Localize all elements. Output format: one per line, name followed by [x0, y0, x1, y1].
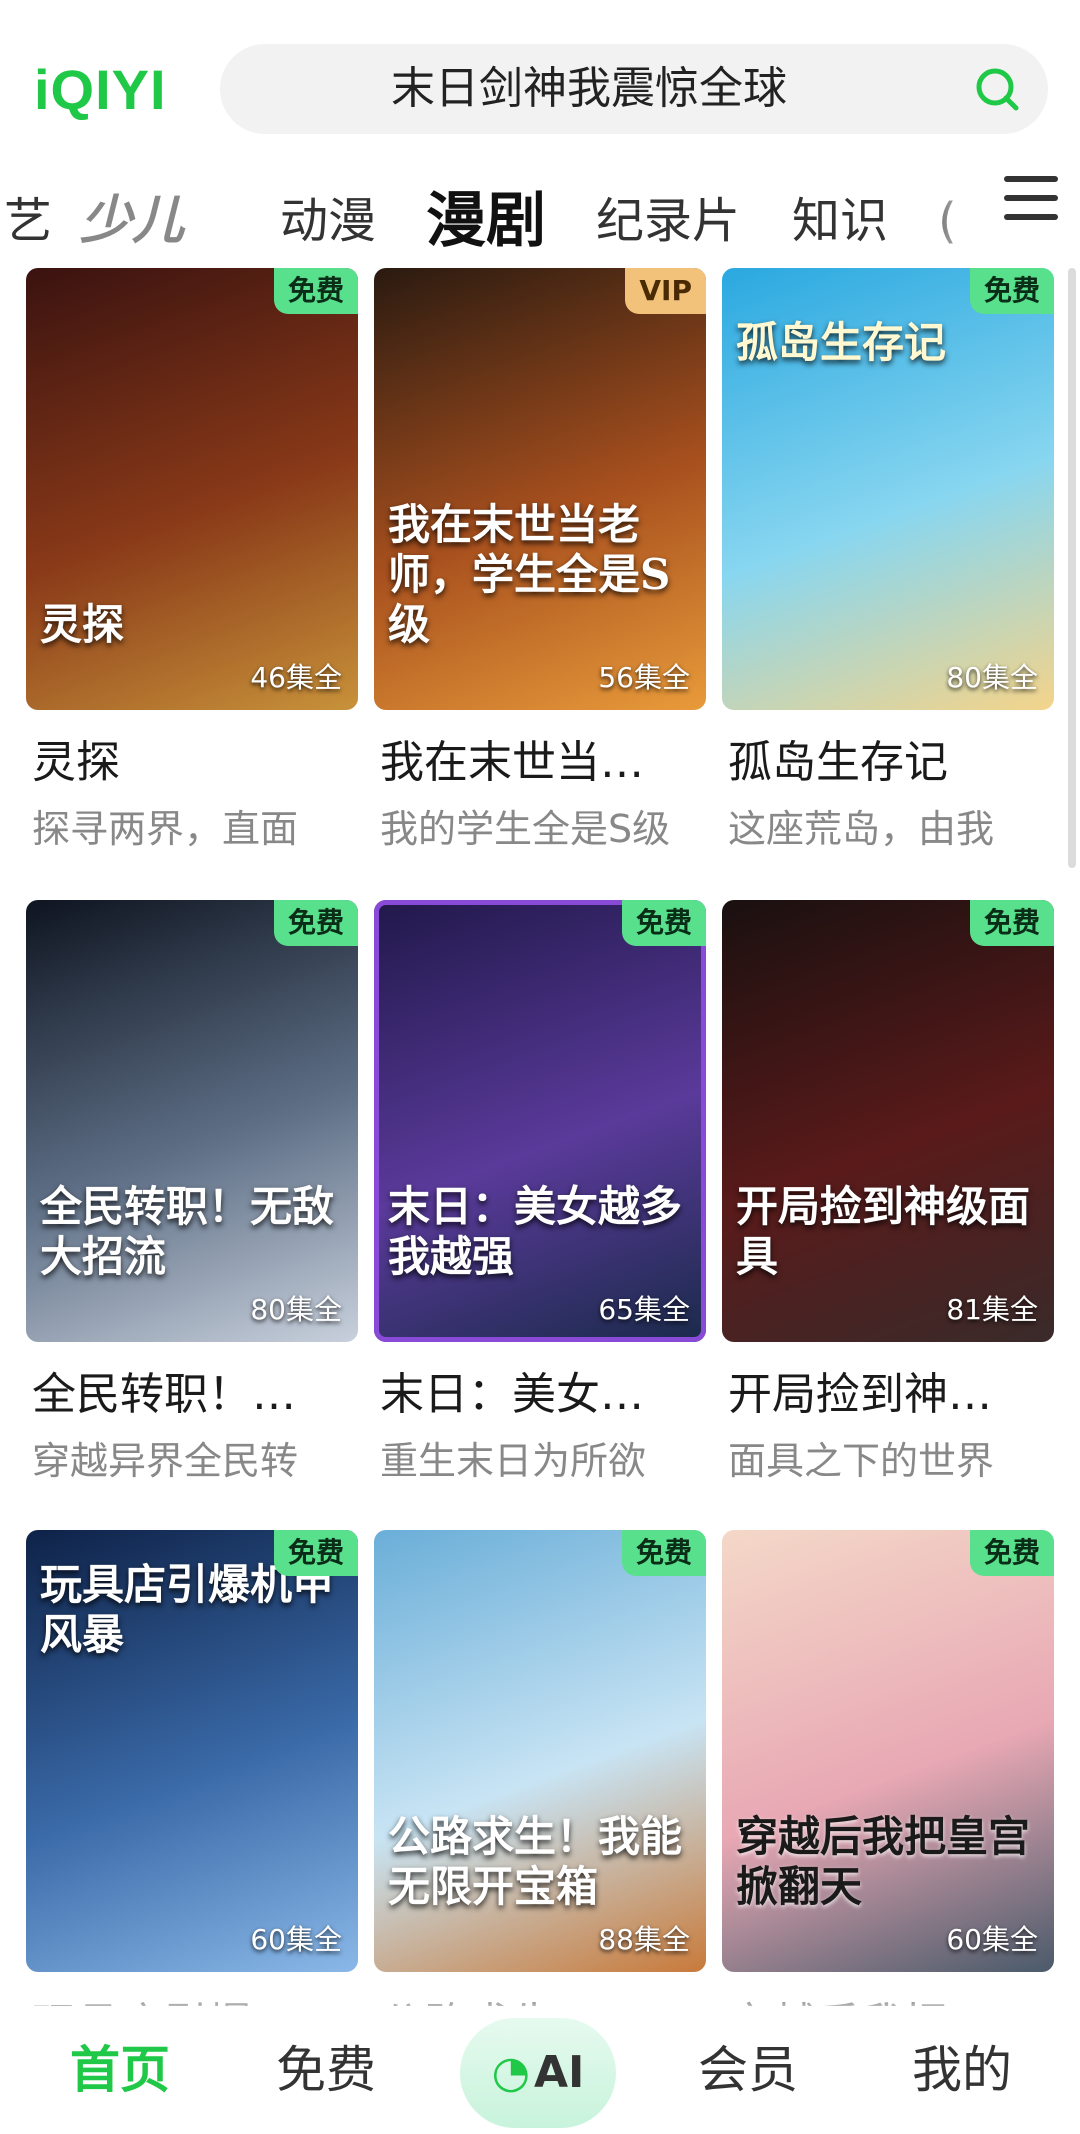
free-badge: 免费	[273, 268, 358, 314]
card-description: 面具之下的世界	[728, 1439, 995, 1483]
ai-logo-icon: ◔	[491, 2047, 530, 2098]
card-title[interactable]: 灵探	[32, 726, 358, 790]
tab-anime[interactable]: 动漫	[280, 160, 376, 282]
free-badge: 免费	[969, 268, 1054, 314]
top-header: iQIYI 末日剑神我震惊全球	[0, 0, 1080, 170]
poster-image[interactable]: 末日：美女越多我越强 免费 65集全	[374, 900, 706, 1342]
tab-kids[interactable]: 少儿	[80, 160, 184, 282]
poster-image[interactable]: 孤岛生存记 免费 80集全	[722, 268, 1054, 710]
tab-fade	[934, 160, 984, 282]
category-tabs: 艺 少儿 动漫 漫剧 纪录片 知识 (	[0, 160, 1080, 282]
nav-home[interactable]: 首页	[30, 2006, 210, 2134]
card-description: 探寻两界，直面	[32, 807, 299, 851]
nav-free[interactable]: 免费	[236, 2006, 416, 2134]
poster-image[interactable]: 公路求生！我能无限开宝箱 免费 88集全	[374, 1530, 706, 1972]
episode-count: 56集全	[598, 661, 690, 694]
poster-image[interactable]: 灵探 免费 46集全	[26, 268, 358, 710]
free-badge: 免费	[969, 1530, 1054, 1576]
poster-title-art: 末日：美女越多我越强	[388, 1182, 683, 1281]
episode-count: 80集全	[250, 1293, 342, 1326]
vip-badge: VIP	[625, 268, 706, 314]
episode-count: 46集全	[250, 661, 342, 694]
nav-member[interactable]: 会员	[658, 2006, 838, 2134]
tab-variety[interactable]: 艺	[4, 160, 52, 282]
free-badge: 免费	[621, 1530, 706, 1576]
bottom-navigation: 首页 免费 ◔AI 会员 我的	[0, 2006, 1080, 2134]
episode-count: 81集全	[946, 1293, 1038, 1326]
card-title[interactable]: 全民转职！…	[32, 1358, 358, 1422]
scrollbar[interactable]	[1068, 268, 1076, 868]
card-title[interactable]: 末日：美女…	[380, 1358, 706, 1422]
menu-icon[interactable]	[1004, 176, 1058, 226]
tab-knowledge[interactable]: 知识	[792, 160, 888, 282]
poster-image[interactable]: 我在末世当老师，学生全是S级 VIP 56集全	[374, 268, 706, 710]
card-title[interactable]: 开局捡到神…	[728, 1358, 1054, 1422]
tab-documentary[interactable]: 纪录片	[596, 160, 740, 282]
ai-label: AI	[533, 2047, 585, 2098]
episode-count: 88集全	[598, 1923, 690, 1956]
search-bar[interactable]: 末日剑神我震惊全球	[220, 44, 1048, 134]
iqiyi-logo[interactable]: iQIYI	[34, 58, 167, 122]
search-query-text[interactable]: 末日剑神我震惊全球	[220, 44, 958, 134]
card-title[interactable]: 我在末世当…	[380, 726, 706, 790]
free-badge: 免费	[621, 900, 706, 946]
free-badge: 免费	[273, 1530, 358, 1576]
card-description: 我的学生全是S级	[380, 807, 671, 851]
poster-title-art: 我在末世当老师，学生全是S级	[388, 500, 671, 649]
episode-count: 60集全	[250, 1923, 342, 1956]
poster-title-art: 公路求生！我能无限开宝箱	[388, 1812, 683, 1911]
free-badge: 免费	[273, 900, 358, 946]
poster-title-art: 开局捡到神级面具	[736, 1182, 1031, 1281]
tab-comic-drama[interactable]: 漫剧	[426, 160, 546, 282]
card-description: 这座荒岛，由我	[728, 807, 995, 851]
card-title[interactable]: 孤岛生存记	[728, 726, 1054, 790]
card-description: 穿越异界全民转	[32, 1439, 299, 1483]
poster-title-art: 穿越后我把皇宫掀翻天	[736, 1812, 1031, 1911]
poster-image[interactable]: 全民转职！无敌大招流 免费 80集全	[26, 900, 358, 1342]
free-badge: 免费	[969, 900, 1054, 946]
search-icon[interactable]	[972, 64, 1022, 114]
episode-count: 65集全	[598, 1293, 690, 1326]
poster-title-art: 全民转职！无敌大招流	[40, 1182, 335, 1281]
episode-count: 80集全	[946, 661, 1038, 694]
poster-title-art: 灵探	[40, 600, 125, 649]
card-description: 重生末日为所欲	[380, 1439, 647, 1483]
poster-image[interactable]: 开局捡到神级面具 免费 81集全	[722, 900, 1054, 1342]
nav-ai-button[interactable]: ◔AI	[460, 2018, 616, 2128]
nav-mine[interactable]: 我的	[872, 2006, 1052, 2134]
poster-image[interactable]: 穿越后我把皇宫掀翻天 免费 60集全	[722, 1530, 1054, 1972]
episode-count: 60集全	[946, 1923, 1038, 1956]
poster-title-art: 孤岛生存记	[736, 318, 947, 367]
poster-image[interactable]: 玩具店引爆机甲风暴 免费 60集全	[26, 1530, 358, 1972]
